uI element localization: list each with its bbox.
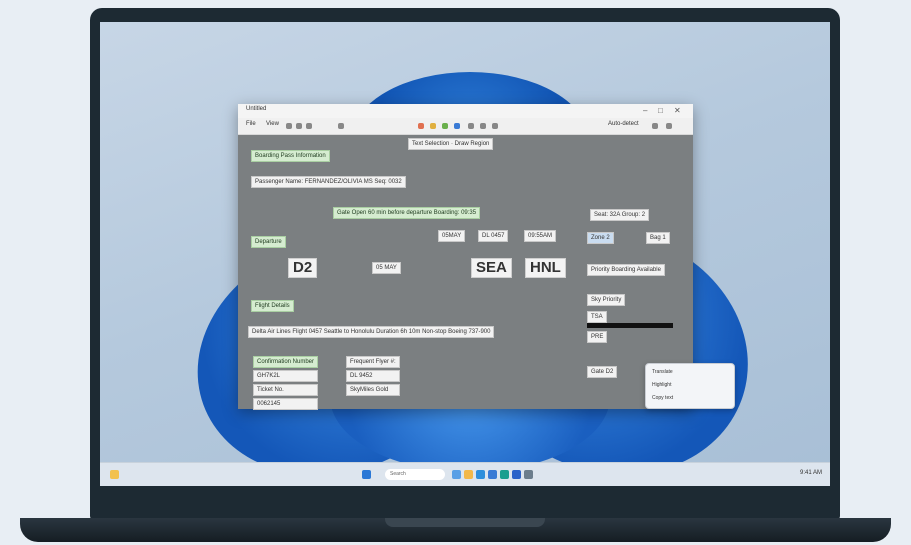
flight-details-label: Flight Details	[251, 300, 294, 312]
confirmation-label: Confirmation Number	[253, 356, 319, 368]
snipping-app-window: Untitled – □ ✕ File View Auto-detect Tex…	[238, 104, 693, 410]
file-explorer-icon[interactable]	[464, 470, 473, 479]
redo-icon[interactable]	[306, 123, 312, 129]
pen-icon[interactable]	[418, 123, 424, 129]
taskbar-clock: 9:41 AM	[799, 470, 822, 476]
eraser-icon[interactable]	[442, 123, 448, 129]
flight-info-line: Delta Air Lines Flight 0457 Seattle to H…	[248, 326, 495, 338]
snipping-tool-icon[interactable]	[512, 470, 521, 479]
crop-icon[interactable]	[286, 123, 292, 129]
frequent-flyer-value: DL 9452	[346, 370, 400, 382]
taskbar: Search 9:41 AM	[100, 462, 830, 486]
frequent-flyer-label: Frequent Flyer #:	[346, 356, 400, 368]
text-actions-icon[interactable]	[468, 123, 474, 129]
popup-highlight[interactable]: Highlight	[652, 382, 671, 388]
date-small: 05 MAY	[372, 262, 401, 274]
side-small-bag: Bag 1	[646, 232, 670, 244]
frequent-flyer-block: Frequent Flyer #: DL 9452 SkyMiles Gold	[346, 356, 400, 396]
side-priority-text: Priority Boarding Available	[587, 264, 665, 276]
popup-translate[interactable]: Translate	[652, 369, 673, 375]
window-title: Untitled	[246, 106, 267, 112]
passenger-name-line: Passenger Name: FERNANDEZ/OLIVIA MS Seq:…	[251, 176, 406, 188]
seat-label: Seat: 32A Group: 2	[590, 209, 650, 221]
copy-icon[interactable]	[480, 123, 486, 129]
app-toolbar: File View Auto-detect	[238, 118, 693, 135]
destination-airport-code: HNL	[525, 258, 566, 278]
taskbar-search-input[interactable]: Search	[385, 469, 445, 480]
ticket-value: 0062145	[253, 398, 319, 410]
zoom-icon[interactable]	[338, 123, 344, 129]
header-green-label: Boarding Pass Information	[251, 150, 330, 162]
flight-field: DL 0457	[478, 230, 509, 242]
redacted-bar	[587, 323, 673, 328]
more-icon[interactable]	[666, 123, 672, 129]
undo-icon[interactable]	[296, 123, 302, 129]
time-field: 09:55AM	[524, 230, 557, 242]
weather-icon[interactable]	[110, 470, 119, 479]
popup-copy-text[interactable]: Copy text	[652, 395, 673, 401]
toolbar-menu-file[interactable]: File	[246, 121, 256, 127]
share-icon[interactable]	[652, 123, 658, 129]
laptop-hinge	[385, 518, 545, 527]
close-icon[interactable]: ✕	[674, 105, 681, 117]
settings-icon[interactable]	[524, 470, 533, 479]
tsa-label: TSA	[587, 311, 607, 323]
minimize-icon[interactable]: –	[643, 105, 647, 117]
maximize-icon[interactable]: □	[658, 105, 663, 117]
toolbar-menu-view[interactable]: View	[266, 121, 279, 127]
save-icon[interactable]	[492, 123, 498, 129]
highlighter-icon[interactable]	[430, 123, 436, 129]
text-actions-popup: Translate Highlight Copy text	[645, 363, 735, 409]
mail-icon[interactable]	[500, 470, 509, 479]
start-icon[interactable]	[362, 470, 371, 479]
desktop-screen: Untitled – □ ✕ File View Auto-detect Tex…	[100, 22, 830, 486]
departure-section-label: Departure	[251, 236, 286, 248]
origin-airport-code: SEA	[471, 258, 512, 278]
notice-line: Gate Open 60 min before departure Boardi…	[333, 207, 481, 219]
ruler-icon[interactable]	[454, 123, 460, 129]
sky-priority-label: Sky Priority	[587, 294, 626, 306]
side-small-zone: Zone 2	[587, 232, 614, 244]
task-view-icon[interactable]	[452, 470, 461, 479]
selection-mode-pill[interactable]: Text Selection · Draw Region	[408, 138, 494, 150]
frequent-flyer-tier: SkyMiles Gold	[346, 384, 400, 396]
auto-detect-label[interactable]: Auto-detect	[608, 121, 639, 127]
ticket-label: Ticket No.	[253, 384, 319, 396]
window-titlebar: Untitled – □ ✕	[238, 104, 693, 118]
pre-label: PRE	[587, 331, 608, 343]
date-field: 05MAY	[438, 230, 466, 242]
gate-side-label: Gate D2	[587, 366, 618, 378]
confirmation-value: GH7K2L	[253, 370, 319, 382]
edge-icon[interactable]	[476, 470, 485, 479]
confirmation-block: Confirmation Number GH7K2L Ticket No. 00…	[253, 356, 319, 410]
gate-code: D2	[288, 258, 318, 278]
store-icon[interactable]	[488, 470, 497, 479]
